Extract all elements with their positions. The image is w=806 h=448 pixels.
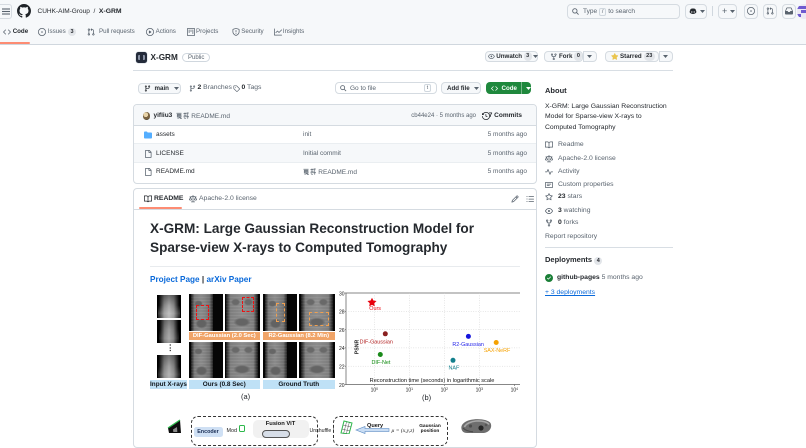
svg-text:26: 26 (339, 328, 345, 334)
svg-text:24: 24 (339, 346, 345, 352)
svg-text:SAX-NeRF: SAX-NeRF (484, 348, 511, 354)
svg-text:Ours: Ours (369, 306, 381, 312)
svg-text:100: 100 (371, 387, 379, 394)
svg-text:DIF-Net: DIF-Net (372, 360, 391, 366)
svg-text:101: 101 (406, 387, 414, 394)
svg-text:28: 28 (339, 310, 345, 316)
svg-text:104: 104 (511, 387, 519, 394)
svg-text:20: 20 (339, 383, 345, 389)
svg-text:DIF-Gaussian: DIF-Gaussian (360, 339, 393, 345)
svg-text:22: 22 (339, 365, 345, 371)
svg-text:102: 102 (441, 387, 449, 394)
svg-text:30: 30 (339, 291, 345, 297)
svg-text:103: 103 (476, 387, 484, 394)
svg-text:Reconstruction time (seconds): Reconstruction time (seconds) in logarit… (370, 378, 495, 384)
svg-text:NAF: NAF (449, 365, 460, 371)
svg-text:R2-Gaussian: R2-Gaussian (452, 342, 483, 348)
